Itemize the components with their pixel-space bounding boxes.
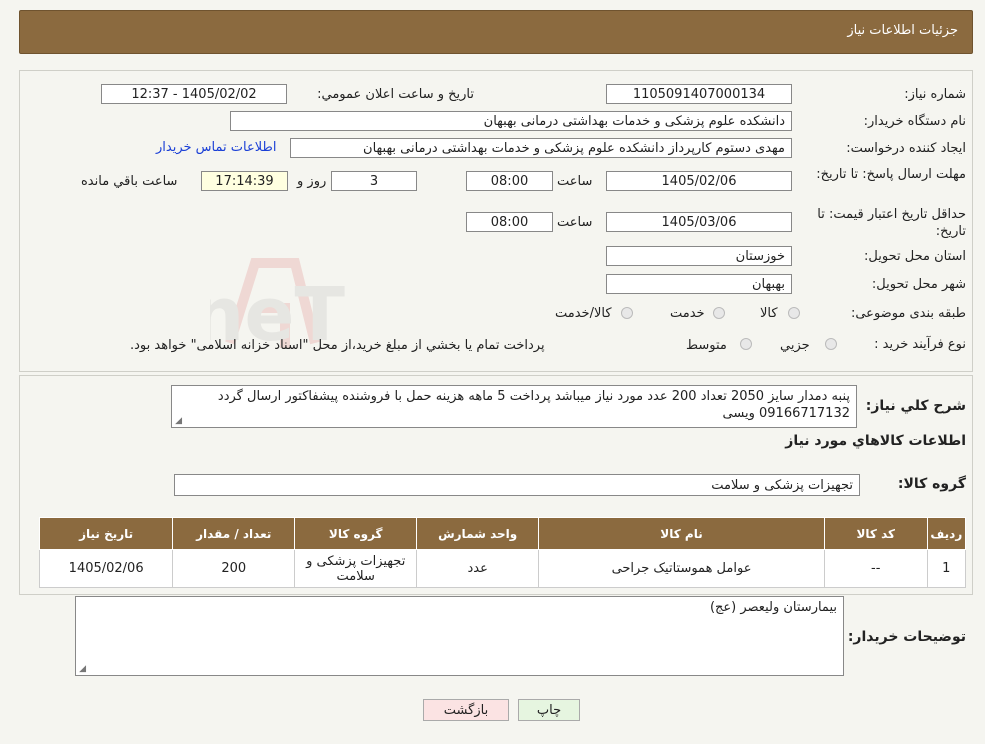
back-button[interactable]: بازگشت bbox=[423, 699, 509, 721]
page-title: جزئیات اطلاعات نیاز bbox=[847, 23, 958, 38]
remaining-label: ساعت باقي مانده bbox=[81, 174, 178, 189]
goods-group-field: تجهیزات پزشکی و سلامت bbox=[174, 474, 860, 496]
cell-unit: عدد bbox=[416, 549, 540, 588]
description-textarea[interactable]: پنبه دمدار سایز 2050 تعداد 200 عدد مورد … bbox=[171, 385, 857, 428]
description-text: پنبه دمدار سایز 2050 تعداد 200 عدد مورد … bbox=[217, 389, 850, 421]
process-label: نوع فرآیند خرید : bbox=[874, 337, 966, 352]
process-radio-medium[interactable] bbox=[740, 338, 752, 350]
category-option-goods: کالا bbox=[760, 306, 778, 321]
deadline-time-field: 08:00 bbox=[466, 171, 553, 191]
announce-field: 1405/02/02 - 12:37 bbox=[101, 84, 287, 104]
goods-section-title: اطلاعات کالاهاي مورد نياز bbox=[785, 433, 966, 449]
price-validity-time-label: ساعت bbox=[557, 215, 593, 230]
table-header-row: ردیف کد کالا نام کالا واحد شمارش گروه کا… bbox=[38, 517, 967, 550]
process-option-minor: جزيي bbox=[780, 338, 810, 353]
buyer-org-field: دانشکده علوم پزشکی و خدمات بهداشتی درمان… bbox=[230, 111, 792, 131]
price-validity-label: حداقل تاريخ اعتبار قيمت: تا تاریخ: bbox=[817, 207, 966, 239]
col-row: ردیف bbox=[926, 517, 967, 550]
category-option-goods-service: کالا/خدمت bbox=[555, 306, 612, 321]
col-group: گروه کالا bbox=[294, 517, 418, 550]
process-option-medium: متوسط bbox=[686, 338, 727, 353]
col-date: تاریخ نیاز bbox=[38, 517, 174, 550]
cell-row: 1 bbox=[926, 549, 967, 588]
province-label: استان محل تحویل: bbox=[864, 249, 966, 264]
cell-date: 1405/02/06 bbox=[38, 549, 174, 588]
col-unit: واحد شمارش bbox=[416, 517, 540, 550]
city-label: شهر محل تحویل: bbox=[871, 277, 966, 292]
goods-group-label: گروه کالا: bbox=[897, 476, 966, 492]
province-field: خوزستان bbox=[606, 246, 792, 266]
cell-code: -- bbox=[823, 549, 928, 588]
cell-group: تجهیزات پزشکی و سلامت bbox=[294, 549, 418, 588]
days-field: 3 bbox=[331, 171, 417, 191]
col-qty: تعداد / مقدار bbox=[172, 517, 296, 550]
table-row: 1 -- عوامل هموستاتیک جراحی عدد تجهیزات پ… bbox=[38, 549, 967, 588]
goods-table: ردیف کد کالا نام کالا واحد شمارش گروه کا… bbox=[38, 517, 967, 588]
creator-label: ایجاد کننده درخواست: bbox=[846, 141, 966, 156]
deadline-time-label: ساعت bbox=[557, 174, 593, 189]
print-button[interactable]: چاپ bbox=[518, 699, 580, 721]
buyer-notes-textarea[interactable]: بیمارستان ولیعصر (عج) ◢ bbox=[75, 596, 844, 676]
buyer-notes-label: توضیحات خریدار: bbox=[847, 629, 966, 645]
need-number-field: 1105091407000134 bbox=[606, 84, 792, 104]
deadline-date-field: 1405/02/06 bbox=[606, 171, 792, 191]
buyer-notes-text: بیمارستان ولیعصر (عج) bbox=[709, 600, 837, 615]
announce-label: تاریخ و ساعت اعلان عمومي: bbox=[317, 87, 474, 102]
deadline-label: مهلت ارسال پاسخ: تا تاریخ: bbox=[816, 167, 966, 182]
resize-grip-icon[interactable]: ◢ bbox=[174, 417, 182, 426]
cell-qty: 200 bbox=[172, 549, 296, 588]
price-validity-time-field: 08:00 bbox=[466, 212, 553, 232]
need-number-label: شماره نیاز: bbox=[904, 87, 966, 102]
remaining-time-field: 17:14:39 bbox=[201, 171, 288, 191]
resize-grip-icon[interactable]: ◢ bbox=[78, 665, 86, 674]
days-label: روز و bbox=[297, 174, 327, 189]
description-label: شرح کلي نياز: bbox=[865, 398, 966, 414]
col-name: نام کالا bbox=[538, 517, 825, 550]
price-validity-date-field: 1405/03/06 bbox=[606, 212, 792, 232]
category-radio-goods[interactable] bbox=[788, 307, 800, 319]
category-radio-goods-service[interactable] bbox=[621, 307, 633, 319]
category-option-service: خدمت bbox=[670, 306, 705, 321]
category-radio-service[interactable] bbox=[713, 307, 725, 319]
category-label: طبقه بندی موضوعی: bbox=[850, 306, 966, 321]
col-code: کد کالا bbox=[823, 517, 928, 550]
creator-field: مهدی دستوم کارپرداز دانشکده علوم پزشکی و… bbox=[290, 138, 792, 158]
process-radio-minor[interactable] bbox=[825, 338, 837, 350]
cell-name: عوامل هموستاتیک جراحی bbox=[538, 549, 825, 588]
title-bar: جزئیات اطلاعات نیاز bbox=[19, 10, 973, 54]
treasury-note: پرداخت تمام يا بخشي از مبلغ خريد،از محل … bbox=[130, 338, 545, 353]
city-field: بهبهان bbox=[606, 274, 792, 294]
buyer-org-label: نام دستگاه خريدار: bbox=[863, 114, 966, 129]
buyer-contact-link[interactable]: اطلاعات تماس خریدار bbox=[156, 140, 276, 155]
